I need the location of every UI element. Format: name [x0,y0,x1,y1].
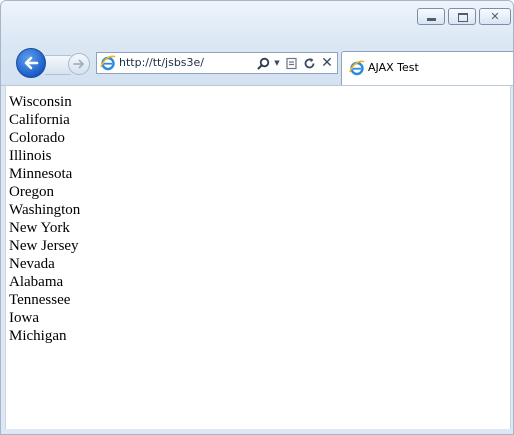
minimize-button[interactable] [417,8,445,25]
navigation-bar: http://tt/jsbs3e/ ▼ ✕ AJAX Test [1,43,513,86]
window-controls: ✕ [417,8,511,25]
address-tools: ▼ ✕ [255,53,335,73]
minimize-icon [418,9,444,24]
stop-icon: ✕ [321,55,333,71]
forward-arrow-icon [73,59,84,69]
refresh-icon [304,57,314,68]
list-item: California [9,112,70,128]
list-item: Minnesota [9,166,73,182]
list-item: Michigan [9,328,67,344]
close-icon: ✕ [490,10,500,23]
compatibility-view-button[interactable] [283,55,299,71]
dropdown-arrow-icon: ▼ [274,59,280,67]
address-bar[interactable]: http://tt/jsbs3e/ ▼ ✕ [96,52,338,74]
list-item: Alabama [9,274,64,290]
list-item: Illinois [9,148,52,164]
close-window-button[interactable]: ✕ [479,8,511,25]
search-icon [257,57,269,69]
search-button[interactable] [255,55,271,71]
internet-explorer-icon [349,60,365,76]
tab-ajax-test[interactable]: AJAX Test [341,51,513,85]
list-item: Washington [9,202,81,218]
list-item: Tennessee [9,292,71,308]
refresh-button[interactable] [301,55,317,71]
list-item: Colorado [9,130,65,146]
back-button[interactable] [16,48,46,78]
maximize-icon [449,9,475,24]
list-item: Oregon [9,184,54,200]
state-list: Wisconsin California Colorado Illinois M… [6,86,510,345]
list-item: Nevada [9,256,55,272]
maximize-button[interactable] [448,8,476,25]
title-bar: ✕ [1,1,513,43]
list-item: Wisconsin [9,94,72,110]
browser-window: ✕ http://tt/jsbs3e/ ▼ ✕ AJAX Test Wiscon… [0,0,514,435]
stop-button[interactable]: ✕ [319,55,335,71]
internet-explorer-icon [100,55,116,71]
search-dropdown-button[interactable]: ▼ [273,55,281,71]
forward-button[interactable] [68,53,90,75]
compatibility-view-icon [285,57,297,69]
back-arrow-icon [24,56,39,70]
page-content: Wisconsin California Colorado Illinois M… [5,86,511,431]
list-item: New York [9,220,70,236]
tab-title: AJAX Test [368,61,419,74]
address-text: http://tt/jsbs3e/ [119,56,205,69]
list-item: New Jersey [9,238,79,254]
list-item: Iowa [9,310,39,326]
window-bottom-edge [1,429,513,434]
